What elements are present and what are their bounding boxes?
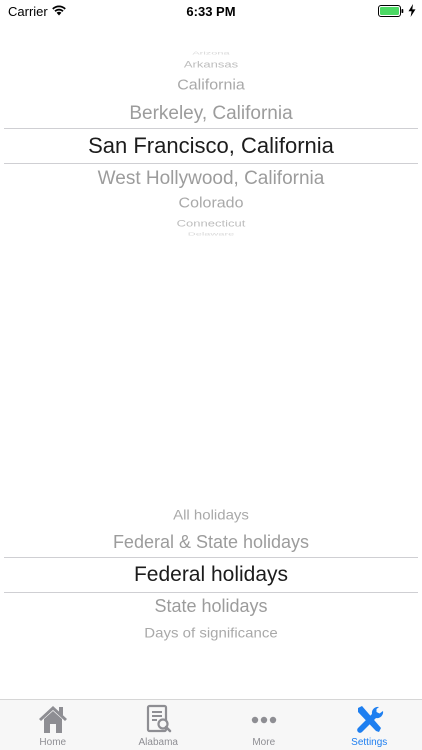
picker-row[interactable]: Days of significance — [0, 627, 422, 641]
selection-divider — [4, 163, 418, 164]
charging-bolt-icon — [408, 4, 416, 17]
selection-divider — [4, 592, 418, 593]
house-icon — [38, 706, 67, 733]
document-search-icon — [147, 704, 172, 733]
tab-alabama[interactable]: Alabama — [106, 700, 212, 750]
tab-bar: Home Alabama More Settings — [0, 699, 422, 750]
picker-row[interactable]: Arkansas — [0, 60, 422, 69]
picker-row[interactable]: Colorado — [0, 196, 422, 211]
picker-row[interactable]: Berkeley, California — [0, 104, 422, 123]
picker-row[interactable]: All holidays — [0, 509, 422, 523]
tab-settings[interactable]: Settings — [317, 700, 422, 750]
holiday-type-picker[interactable]: All holidays Federal & State holidays Fe… — [0, 500, 422, 650]
more-dots-icon — [251, 716, 276, 724]
picker-row[interactable]: Arizona — [0, 51, 422, 56]
tab-label: Alabama — [138, 737, 178, 748]
picker-row[interactable]: California — [0, 78, 422, 93]
tab-label: More — [252, 737, 276, 748]
battery-icon — [378, 5, 404, 17]
tab-label: Settings — [351, 737, 388, 748]
status-bar: Carrier 6:33 PM — [0, 0, 422, 22]
tab-more[interactable]: More — [211, 700, 317, 750]
clock-time: 6:33 PM — [186, 4, 236, 19]
picker-row[interactable]: State holidays — [0, 597, 422, 615]
picker-row[interactable]: West Hollywood, California — [0, 169, 422, 188]
picker-selected-row[interactable]: San Francisco, California — [0, 135, 422, 157]
tools-icon — [357, 706, 384, 733]
picker-selected-row[interactable]: Federal holidays — [0, 564, 422, 585]
tab-label: Home — [39, 737, 67, 748]
picker-row[interactable]: Connecticut — [0, 219, 422, 228]
tab-home[interactable]: Home — [0, 700, 106, 750]
picker-row[interactable]: Delaware — [0, 232, 422, 237]
selection-divider — [4, 128, 418, 129]
picker-row[interactable]: Federal & State holidays — [0, 533, 422, 551]
selection-divider — [4, 557, 418, 558]
location-picker[interactable]: Arizona Arkansas California Berkeley, Ca… — [0, 40, 422, 240]
